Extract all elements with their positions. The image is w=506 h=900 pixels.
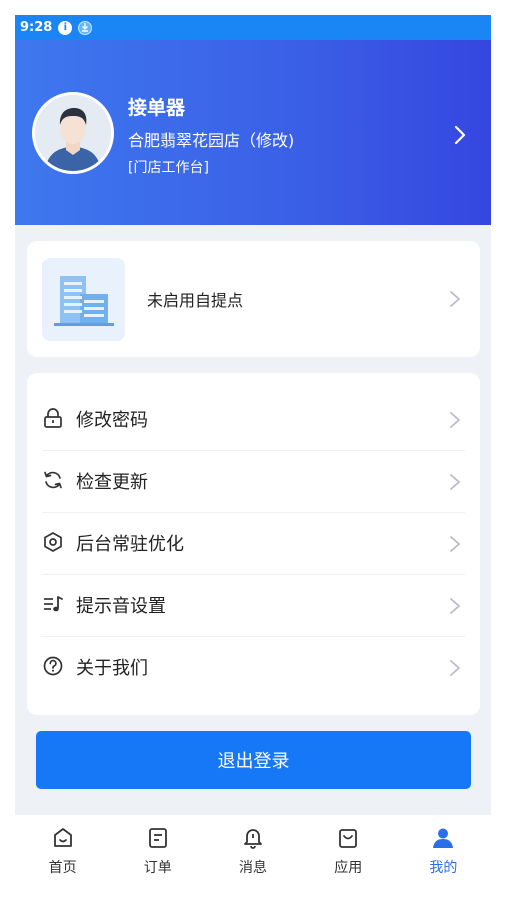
chevron-right-icon	[450, 412, 460, 428]
pickup-point-label: 未启用自提点	[147, 291, 244, 310]
avatar[interactable]	[32, 92, 114, 174]
home-icon	[53, 828, 72, 847]
status-bar: 9:28 i	[15, 15, 491, 40]
chevron-right-icon	[450, 291, 460, 307]
chevron-right-icon	[450, 474, 460, 490]
menu-item-background-optimization[interactable]: 后台常驻优化	[27, 513, 480, 575]
store-account-name: 接单器	[128, 97, 186, 119]
menu-item-notification-sound[interactable]: 提示音设置	[27, 575, 480, 637]
menu-item-label: 关于我们	[76, 658, 148, 679]
menu-item-label: 检查更新	[76, 472, 148, 493]
chevron-right-icon	[450, 536, 460, 552]
lock-icon	[44, 408, 62, 428]
tab-messages[interactable]: 消息	[205, 815, 300, 885]
menu-item-check-update[interactable]: 检查更新	[27, 451, 480, 513]
pickup-point-card[interactable]: 未启用自提点	[27, 241, 480, 357]
download-icon	[78, 20, 93, 35]
store-workbench-tag: [门店工作台]	[128, 160, 209, 176]
logout-button[interactable]: 退出登录	[36, 731, 471, 789]
music-note-icon	[44, 596, 63, 612]
bell-icon	[244, 829, 262, 849]
app-screen: 9:28 i 接单器 合肥翡翠花园店（修改) [门店工作台] 未启用自提点 修改…	[15, 15, 491, 885]
chevron-right-icon	[450, 598, 460, 614]
bag-icon	[339, 829, 358, 848]
menu-item-about-us[interactable]: 关于我们	[27, 637, 480, 699]
order-icon	[148, 828, 167, 848]
profile-header[interactable]: 接单器 合肥翡翠花园店（修改) [门店工作台]	[15, 40, 491, 225]
tab-label: 我的	[429, 860, 458, 876]
menu-item-label: 修改密码	[76, 410, 148, 431]
chevron-right-icon[interactable]	[449, 124, 471, 146]
settings-menu: 修改密码 检查更新 后台常驻优化 提示音设置 关于我们	[27, 373, 480, 715]
tab-label: 消息	[239, 860, 267, 876]
info-icon: i	[58, 20, 73, 35]
bottom-tab-bar: 首页 订单 消息 应用 我的	[15, 815, 491, 885]
user-icon	[433, 828, 454, 848]
chevron-right-icon	[450, 660, 460, 676]
store-name[interactable]: 合肥翡翠花园店（修改)	[128, 127, 294, 151]
tab-label: 应用	[334, 860, 363, 876]
tab-apps[interactable]: 应用	[301, 815, 396, 885]
tab-home[interactable]: 首页	[15, 815, 110, 885]
menu-item-label: 提示音设置	[76, 596, 166, 617]
refresh-icon	[44, 471, 62, 489]
tab-label: 订单	[143, 860, 172, 876]
tab-label: 首页	[48, 860, 77, 876]
status-time: 9:28	[20, 20, 53, 35]
menu-item-label: 后台常驻优化	[76, 534, 184, 555]
question-circle-icon	[43, 656, 63, 676]
building-icon	[42, 258, 125, 341]
menu-item-change-password[interactable]: 修改密码	[27, 389, 480, 451]
hexagon-settings-icon	[44, 532, 62, 552]
tab-orders[interactable]: 订单	[110, 815, 205, 885]
tab-mine[interactable]: 我的	[396, 815, 491, 885]
